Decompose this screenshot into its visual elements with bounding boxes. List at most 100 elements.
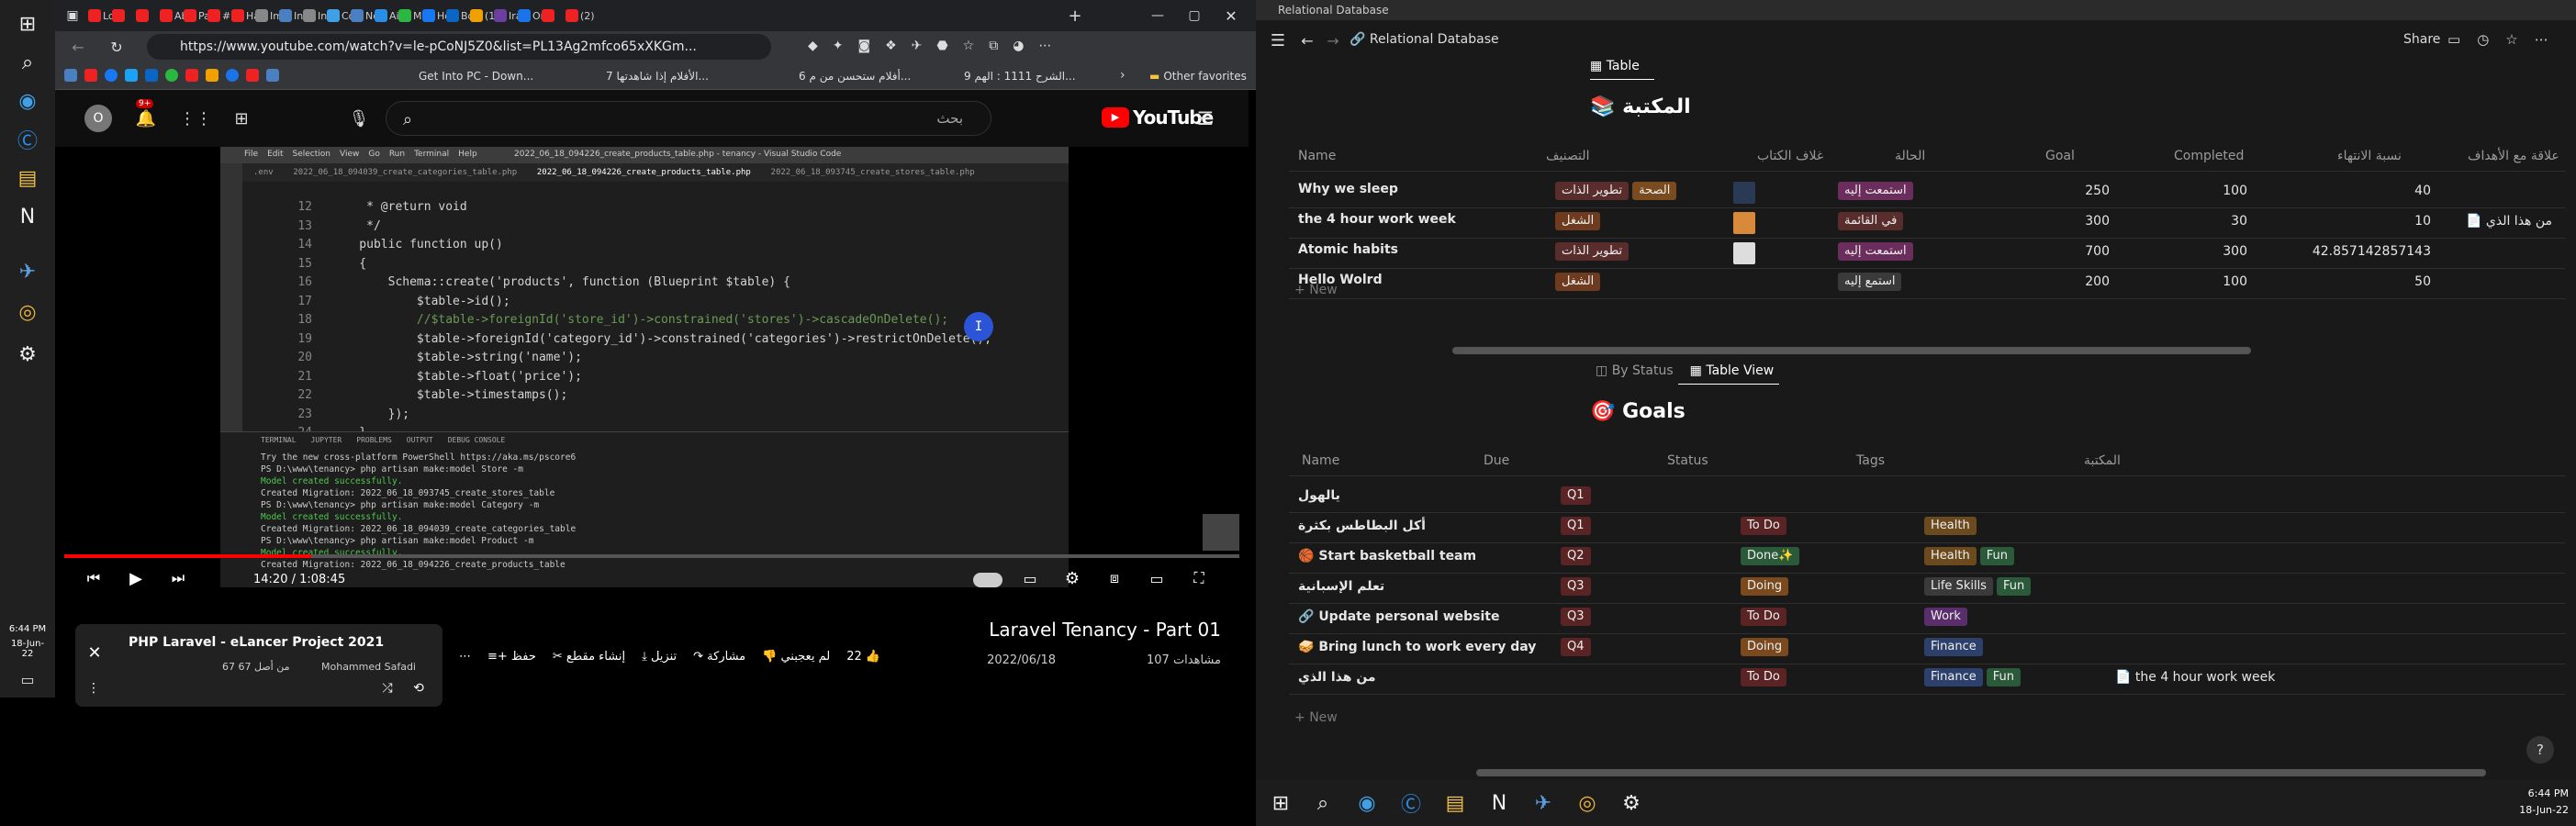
tab-table-view[interactable]: ▦ Table View [1690, 363, 1775, 378]
share-button[interactable]: Share [2403, 32, 2440, 47]
loop-icon[interactable]: ⟲ [409, 679, 428, 698]
row-name[interactable]: 🏀 Start basketball team [1298, 549, 1476, 564]
extension-icon[interactable]: ✈ [912, 39, 923, 53]
collections-icon[interactable]: ⧉ [989, 39, 998, 53]
fullscreen-icon[interactable]: ⛶ [1188, 567, 1210, 589]
table1-header[interactable]: Completed [2174, 149, 2244, 163]
browser-tab[interactable]: Ai [375, 4, 400, 28]
table-row[interactable]: يالهول Q1 [1256, 483, 2576, 513]
table1-header[interactable]: التصنيف [1546, 149, 1589, 163]
extension-icon[interactable]: ✦ [833, 39, 844, 53]
browser-tab[interactable]: Ha [231, 4, 260, 28]
extension-icon[interactable]: ⬣ [936, 39, 947, 53]
row-name[interactable]: Why we sleep [1298, 182, 1398, 196]
bookmark-icon[interactable] [206, 69, 218, 82]
history-icon[interactable]: ◷ [2477, 31, 2489, 48]
close-icon[interactable]: ✕ [1221, 6, 1241, 26]
relation-cell[interactable]: 📄 من هذا الذي [2466, 214, 2552, 229]
back-icon[interactable]: ← [68, 37, 88, 57]
horizontal-scrollbar[interactable] [1452, 347, 2251, 354]
horizontal-scrollbar-2[interactable] [1476, 769, 2486, 776]
browser-tab[interactable]: Bo [446, 4, 474, 28]
file-explorer-icon[interactable]: ▤ [11, 162, 44, 195]
bookmark-icon[interactable] [246, 69, 259, 82]
like-button[interactable]: 22 👍 [846, 650, 880, 664]
tab-actions-icon[interactable]: ▣ [62, 6, 83, 26]
edge-icon[interactable]: ◉ [1351, 787, 1383, 819]
notification-icon[interactable]: ▭ [17, 668, 39, 690]
previous-icon[interactable]: ⏮ [83, 567, 105, 589]
more-actions-icon[interactable]: ⋯ [459, 650, 471, 664]
sidebar-menu-icon[interactable]: ☰ [1267, 29, 1289, 51]
favorite-star-icon[interactable]: ☆ [963, 39, 975, 53]
table2-header[interactable]: Tags [1856, 453, 1885, 468]
bookmark-icon[interactable] [185, 69, 198, 82]
bookmark-icon[interactable] [266, 69, 279, 82]
file-explorer-icon[interactable]: ▤ [1439, 787, 1471, 819]
address-bar[interactable]: https://www.youtube.com/watch?v=le-pCoNJ… [147, 34, 771, 60]
camera-icon[interactable]: ◙ [858, 39, 871, 53]
browser-tab[interactable]: Im [255, 4, 283, 28]
minimize-icon[interactable]: — [1148, 6, 1168, 26]
table-row[interactable]: أكل البطاطس بكثرة Q1 To Do Health [1256, 513, 2576, 543]
browser-tab[interactable]: #0 [207, 4, 237, 28]
row-name[interactable]: Atomic habits [1298, 242, 1398, 257]
facebook-bookmark-icon[interactable] [105, 69, 118, 82]
browser-tab[interactable]: Nc [351, 4, 378, 28]
table1-header[interactable]: الحالة [1895, 149, 1925, 163]
new-row-button-1[interactable]: + New [1294, 283, 1338, 297]
table-row[interactable]: من هذا الذي To Do Finance Fun 📄 the 4 hour w… [1256, 664, 2576, 695]
microphone-icon[interactable]: 🎙 [347, 106, 371, 130]
browser-tab[interactable]: Pa [184, 4, 210, 28]
linkedin-bookmark-icon[interactable] [145, 69, 158, 82]
search-icon[interactable]: ⌕ [397, 108, 419, 130]
favorite-star-icon[interactable]: ☆ [2505, 31, 2517, 48]
book-cover-thumbnail[interactable] [1733, 242, 1755, 264]
table-row[interactable]: Why we sleep تطوير الذات الصحة استمعت إليه 2… [1256, 178, 2576, 208]
cortana-icon[interactable]: Ⓒ [1395, 787, 1427, 819]
table1-header[interactable]: غلاف الكتاب [1757, 149, 1823, 163]
refresh-icon[interactable]: ↻ [106, 37, 127, 57]
view-tab-table[interactable]: ▦ Table [1590, 59, 1640, 73]
autoplay-toggle[interactable] [973, 573, 1002, 587]
new-tab-icon[interactable]: + [1065, 6, 1085, 26]
create-video-icon[interactable]: ⊞ [230, 106, 253, 130]
table1-header[interactable]: نسبة الانتهاء [2337, 149, 2402, 163]
maximize-icon[interactable]: ▢ [1184, 6, 1204, 26]
table-row[interactable]: the 4 hour work week الشغل في القائمة 300 30… [1256, 208, 2576, 239]
browser-tab[interactable] [542, 4, 567, 28]
dislike-button[interactable]: 👎 لم يعجبني [762, 650, 830, 664]
table2-header[interactable]: المكتبة [2084, 453, 2121, 468]
bookmark-item[interactable]: Get Into PC - Down... [419, 68, 533, 84]
back-icon[interactable]: ← [1296, 29, 1318, 51]
row-name[interactable]: يالهول [1298, 488, 1340, 503]
settings-icon[interactable]: ⚙ [11, 338, 44, 371]
save-button[interactable]: ≡+ حفظ [487, 650, 536, 664]
settings-icon[interactable]: ⚙ [1616, 787, 1647, 819]
help-icon[interactable]: ? [2526, 736, 2554, 764]
profile-icon[interactable]: ◕ [1013, 39, 1024, 53]
table1-header[interactable]: Name [1298, 149, 1336, 163]
browser-tab[interactable]: Lo [88, 4, 115, 28]
chevron-right-icon[interactable]: › [1120, 68, 1126, 83]
share-button[interactable]: ↷ مشاركة [693, 650, 745, 664]
browser-tab[interactable]: Ira [494, 4, 522, 28]
bookmark-icon[interactable] [64, 69, 77, 82]
miniplayer-icon[interactable]: ⧈ [1103, 567, 1126, 589]
browser-tab[interactable]: Ab [160, 4, 188, 28]
extension-icon[interactable]: ❖ [885, 39, 897, 53]
book-cover-thumbnail[interactable] [1733, 212, 1755, 234]
breadcrumb[interactable]: 🔗 Relational Database [1350, 32, 1499, 47]
book-cover-thumbnail[interactable] [1733, 273, 1755, 295]
table1-header[interactable]: علاقة مع الأهداف [2468, 149, 2559, 163]
comment-icon[interactable]: ▭ [2447, 31, 2460, 48]
tab-by-status[interactable]: ◫ By Status [1596, 363, 1674, 378]
chrome-icon[interactable]: ◎ [1572, 787, 1603, 819]
playlist-title[interactable]: PHP Laravel - eLancer Project 2021 [129, 635, 384, 650]
subtitles-icon[interactable]: ▭ [1019, 567, 1041, 589]
windows-start-icon[interactable]: ⊞ [1265, 787, 1296, 819]
download-button[interactable]: ⤓ تنزيل [642, 650, 677, 664]
browser-tab[interactable]: Ins [303, 4, 332, 28]
book-cover-thumbnail[interactable] [1733, 182, 1755, 204]
teams-icon[interactable]: ✈ [11, 255, 44, 288]
